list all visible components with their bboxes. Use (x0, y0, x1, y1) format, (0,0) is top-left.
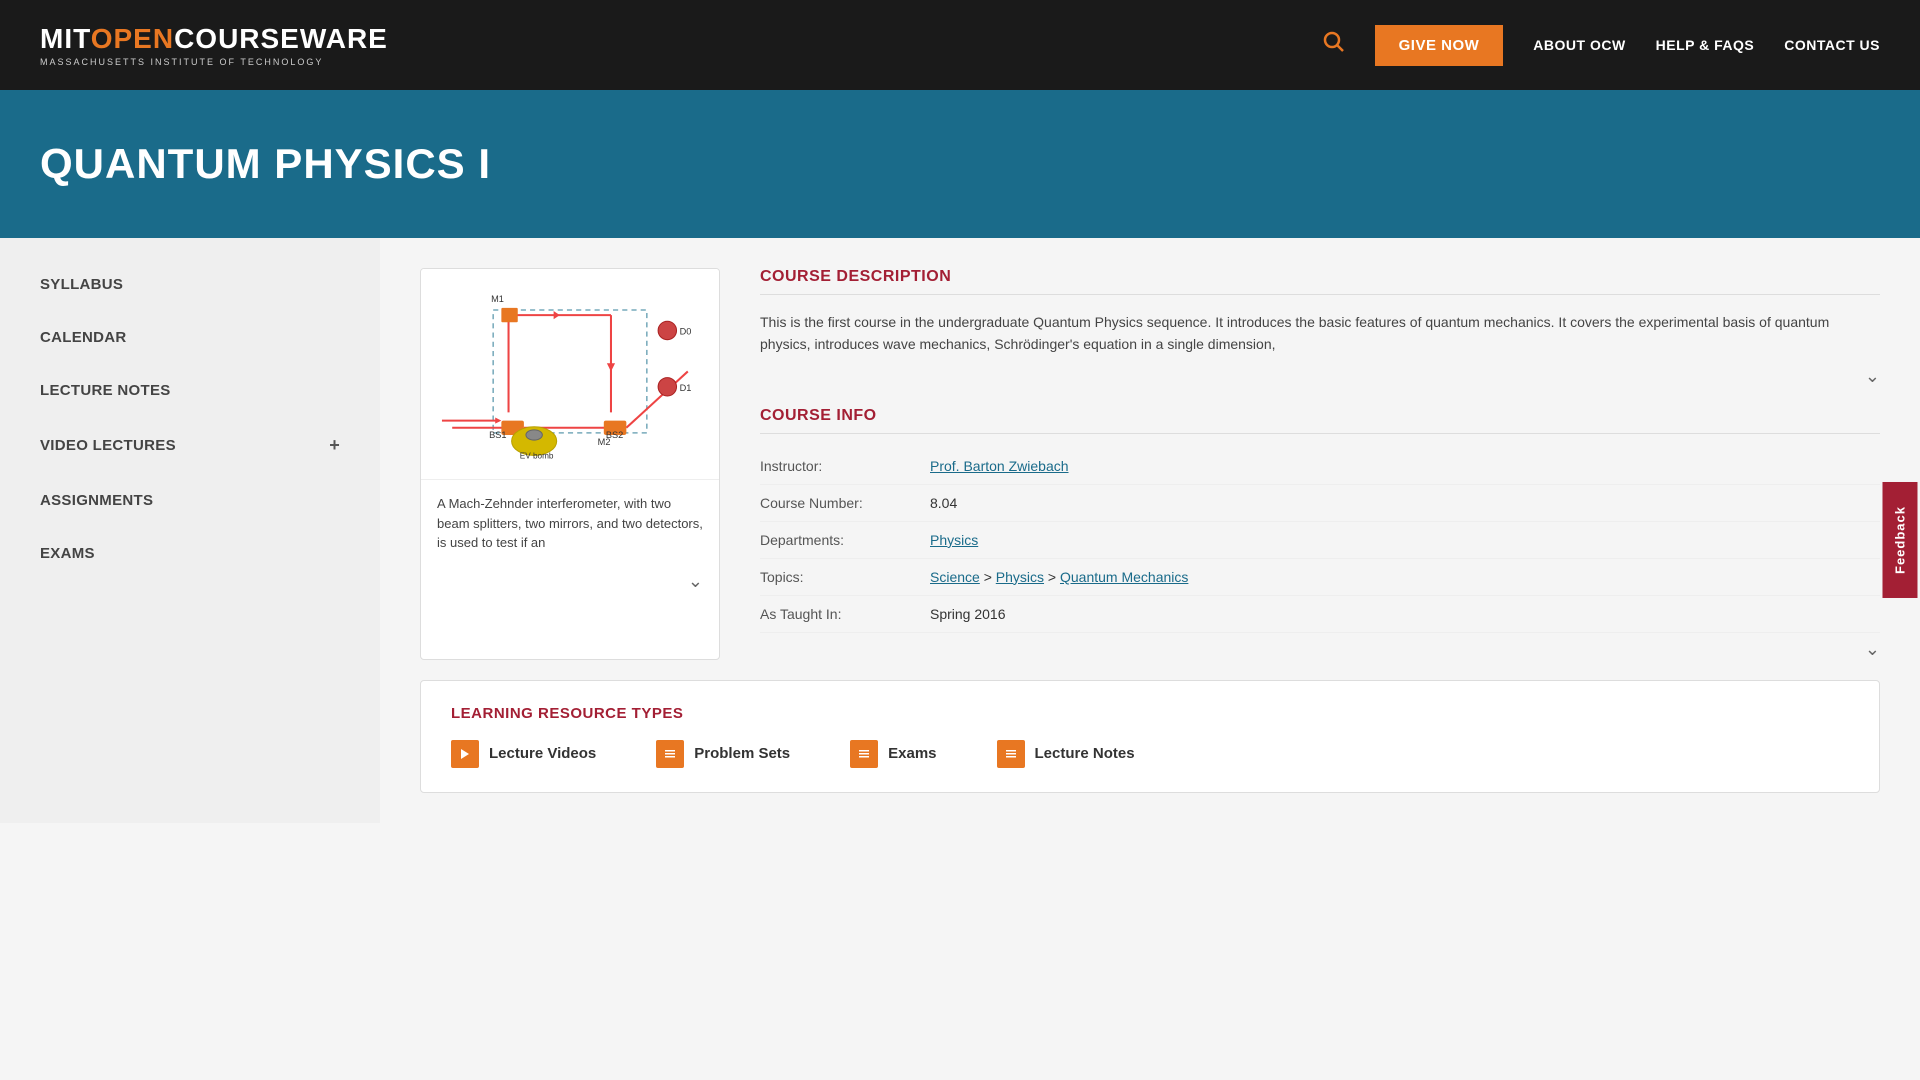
svg-text:EV bomb: EV bomb (520, 452, 554, 461)
sidebar-item-assignments[interactable]: ASSIGNMENTS (0, 474, 380, 527)
learning-resources-card: LEARNING RESOURCE TYPES Lecture Videos (420, 680, 1880, 793)
info-value-course-number: 8.04 (930, 495, 957, 511)
logo-sub: MASSACHUSETTS INSTITUTE OF TECHNOLOGY (40, 57, 388, 67)
expand-caption-button[interactable]: ⌄ (688, 571, 703, 592)
lecture-notes-icon (997, 740, 1025, 768)
info-row-taught-in: As Taught In: Spring 2016 (760, 596, 1880, 633)
expand-description-button[interactable]: ⌄ (1865, 366, 1880, 387)
header-nav: GIVE NOW ABOUT OCW HELP & FAQS CONTACT U… (1323, 25, 1880, 66)
info-label-taught-in: As Taught In: (760, 606, 930, 622)
learning-resources-title: LEARNING RESOURCE TYPES (451, 705, 1849, 722)
info-label-course-number: Course Number: (760, 495, 930, 511)
info-row-course-number: Course Number: 8.04 (760, 485, 1880, 522)
nav-contact-us[interactable]: CONTACT US (1784, 37, 1880, 53)
svg-text:D0: D0 (680, 327, 692, 337)
sidebar: SYLLABUS CALENDAR LECTURE NOTES VIDEO LE… (0, 238, 380, 823)
lecture-videos-icon (451, 740, 479, 768)
info-label-topics: Topics: (760, 569, 930, 585)
expand-video-lectures-icon: + (329, 435, 340, 456)
exams-label: Exams (888, 745, 936, 762)
problem-sets-label: Problem Sets (694, 745, 790, 762)
nav-about-ocw[interactable]: ABOUT OCW (1533, 37, 1625, 53)
info-value-departments[interactable]: Physics (930, 532, 978, 548)
svg-text:M2: M2 (598, 437, 611, 447)
topic-physics-link[interactable]: Physics (996, 569, 1044, 585)
info-label-instructor: Instructor: (760, 458, 930, 474)
topic-science-link[interactable]: Science (930, 569, 980, 585)
course-info-section: COURSE INFO Instructor: Prof. Barton Zwi… (760, 407, 1880, 660)
topic-separator-2: > (1048, 569, 1060, 585)
give-now-button[interactable]: GIVE NOW (1375, 25, 1504, 66)
info-value-instructor[interactable]: Prof. Barton Zwiebach (930, 458, 1069, 474)
course-image-card: BS1 BS2 M1 M2 D0 (420, 268, 720, 660)
lecture-videos-label: Lecture Videos (489, 745, 596, 762)
lecture-notes-label: Lecture Notes (1035, 745, 1135, 762)
course-info-title: COURSE INFO (760, 407, 1880, 434)
feedback-button[interactable]: Feedback (1883, 482, 1918, 598)
resource-exams[interactable]: Exams (850, 740, 936, 768)
nav-help-faqs[interactable]: HELP & FAQS (1656, 37, 1755, 53)
top-section: BS1 BS2 M1 M2 D0 (420, 268, 1880, 660)
resource-types: Lecture Videos Problem Sets (451, 740, 1849, 768)
resource-lecture-videos[interactable]: Lecture Videos (451, 740, 596, 768)
expand-info-area: ⌄ (760, 633, 1880, 660)
main-content: SYLLABUS CALENDAR LECTURE NOTES VIDEO LE… (0, 238, 1920, 823)
info-row-topics: Topics: Science > Physics > Quantum Mech… (760, 559, 1880, 596)
topic-separator-1: > (984, 569, 996, 585)
expand-info-button[interactable]: ⌄ (1865, 639, 1880, 660)
header: MITOPENCOURSEWARE MASSACHUSETTS INSTITUT… (0, 0, 1920, 90)
sidebar-item-syllabus[interactable]: SYLLABUS (0, 258, 380, 311)
course-description-text: This is the first course in the undergra… (760, 311, 1880, 356)
page-title: QUANTUM PHYSICS I (40, 140, 1880, 188)
resource-lecture-notes[interactable]: Lecture Notes (997, 740, 1135, 768)
sidebar-item-calendar[interactable]: CALENDAR (0, 311, 380, 364)
logo-open: OPEN (91, 23, 174, 54)
svg-text:D1: D1 (680, 383, 692, 393)
logo-courseware: COURSEWARE (174, 23, 388, 54)
course-image-diagram: BS1 BS2 M1 M2 D0 (421, 269, 719, 479)
topic-qm-link[interactable]: Quantum Mechanics (1060, 569, 1188, 585)
course-description-title: COURSE DESCRIPTION (760, 268, 1880, 295)
info-label-departments: Departments: (760, 532, 930, 548)
course-caption: A Mach-Zehnder interferometer, with two … (421, 479, 719, 567)
svg-text:BS1: BS1 (489, 430, 506, 440)
expand-desc-area: ⌄ (760, 366, 1880, 387)
info-row-departments: Departments: Physics (760, 522, 1880, 559)
course-info-panel: COURSE DESCRIPTION This is the first cou… (760, 268, 1880, 660)
exams-icon (850, 740, 878, 768)
sidebar-item-lecture-notes[interactable]: LECTURE NOTES (0, 364, 380, 417)
search-icon-btn[interactable] (1323, 31, 1345, 59)
logo-text: MITOPENCOURSEWARE (40, 23, 388, 55)
svg-text:M1: M1 (491, 294, 504, 304)
sidebar-item-video-lectures[interactable]: VIDEO LECTURES + (0, 417, 380, 474)
problem-sets-icon (656, 740, 684, 768)
logo-area: MITOPENCOURSEWARE MASSACHUSETTS INSTITUT… (40, 23, 388, 67)
content-area: BS1 BS2 M1 M2 D0 (380, 238, 1920, 823)
info-row-instructor: Instructor: Prof. Barton Zwiebach (760, 448, 1880, 485)
resource-problem-sets[interactable]: Problem Sets (656, 740, 790, 768)
course-description-section: COURSE DESCRIPTION This is the first cou… (760, 268, 1880, 387)
info-value-taught-in: Spring 2016 (930, 606, 1006, 622)
expand-caption-area: ⌄ (421, 567, 719, 602)
sidebar-item-exams[interactable]: EXAMS (0, 527, 380, 580)
hero-banner: QUANTUM PHYSICS I (0, 90, 1920, 238)
logo-mit: MIT (40, 23, 91, 54)
info-value-topics: Science > Physics > Quantum Mechanics (930, 569, 1188, 585)
